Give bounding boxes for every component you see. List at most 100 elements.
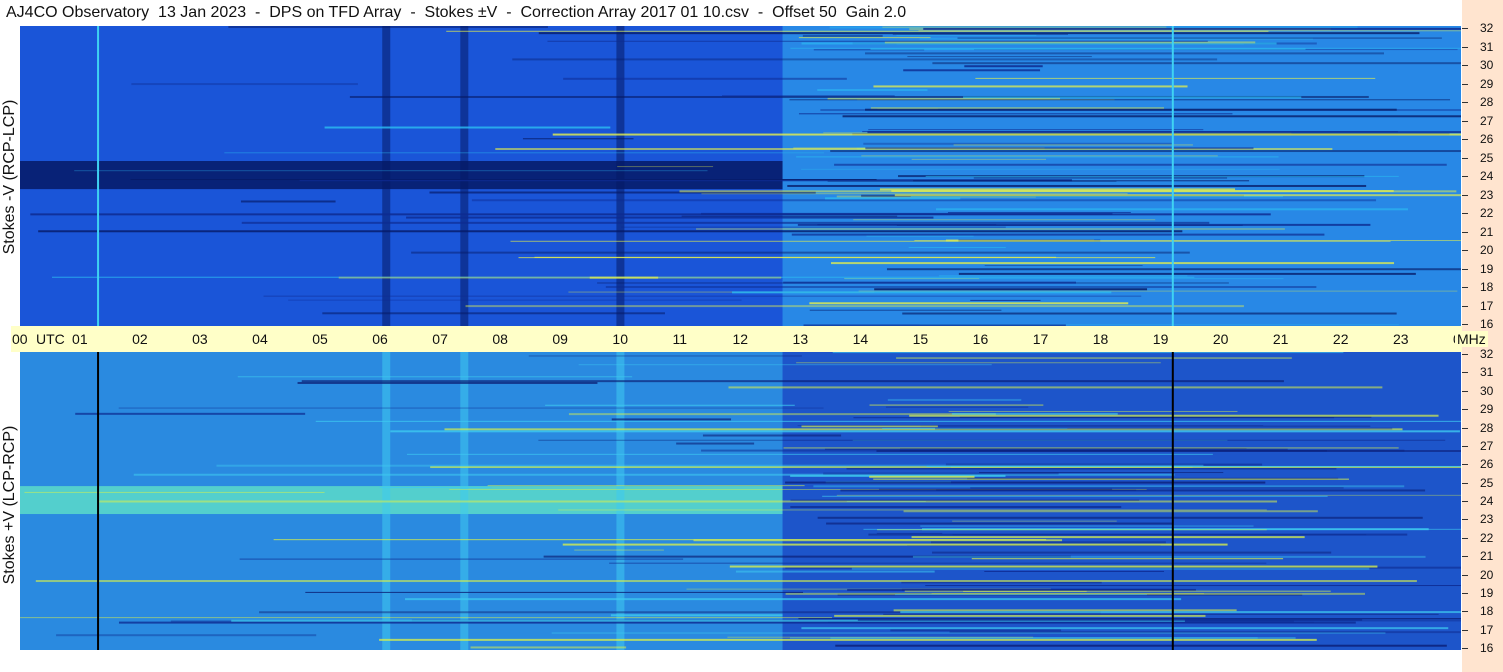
bottom-rfi-line <box>885 406 1029 408</box>
frequency-tick-mark <box>1462 501 1468 502</box>
utc-tick-label: 16 <box>972 331 989 347</box>
top-rfi-line <box>907 56 1092 58</box>
top-rfi-line <box>538 32 1420 35</box>
frequency-tick-label: 31 <box>1480 365 1494 380</box>
top-rfi-line <box>790 47 1461 49</box>
top-marker-line-0 <box>97 26 100 326</box>
top-rfi-line <box>830 150 1461 153</box>
bottom-rfi-line <box>876 450 1461 453</box>
frequency-tick-label: 16 <box>1480 641 1494 655</box>
utc-tick-label: 10 <box>612 331 628 347</box>
frequency-tick-mark <box>1462 28 1468 29</box>
bottom-rfi-line <box>702 434 842 437</box>
utc-tick-label: 20 <box>1212 331 1229 347</box>
top-rfi-line <box>865 52 1385 55</box>
bottom-rfi-line <box>863 528 1461 530</box>
frequency-tick-label: 17 <box>1480 298 1494 313</box>
bottom-rfi-line <box>470 646 627 649</box>
frequency-tick-mark <box>1462 354 1468 355</box>
utc-tick-label: 03 <box>192 331 208 347</box>
top-rfi-line <box>834 163 1447 166</box>
frequency-tick-label: 26 <box>1480 132 1494 146</box>
frequency-tick-mark <box>1462 629 1468 631</box>
top-marker-line-1 <box>1171 26 1174 326</box>
top-rfi-line <box>908 247 1006 249</box>
bottom-rfi-line <box>315 420 1461 422</box>
top-rfi-line <box>964 65 1043 68</box>
frequency-tick-label: 23 <box>1480 512 1494 527</box>
chart-title: AJ4CO Observatory 13 Jan 2023 - DPS on T… <box>6 4 907 21</box>
frequency-tick-mark <box>1462 482 1468 484</box>
bottom-rfi-line <box>970 487 1344 489</box>
bottom-rfi-line <box>979 472 1224 474</box>
bottom-rfi-line <box>869 404 1044 406</box>
frequency-tick-mark <box>1462 250 1468 251</box>
top-rfi-line <box>801 168 1280 170</box>
top-rfi-line <box>30 213 1271 216</box>
bottom-rfi-line <box>895 594 1147 596</box>
utc-tick-label: 14 <box>852 331 869 347</box>
frequency-tick-mark <box>1462 574 1468 576</box>
bottom-rfi-line <box>379 487 492 489</box>
utc-tick-label: 07 <box>432 331 448 347</box>
bottom-rfi-line <box>56 634 317 637</box>
bottom-rfi-line <box>851 567 1370 570</box>
frequency-tick-mark <box>1462 102 1468 103</box>
utc-tick-label: 17 <box>1032 331 1049 347</box>
bottom-rfi-line <box>903 510 1318 513</box>
bottom-rfi-line <box>909 414 1439 417</box>
bottom-rfi-line <box>216 464 1204 467</box>
top-rfi-line <box>913 180 1250 182</box>
bottom-rfi-line <box>887 398 1022 401</box>
bottom-rfi-line <box>798 618 1461 620</box>
top-rfi-line <box>873 85 1188 88</box>
utc-tick-label: 08 <box>492 331 508 347</box>
bottom-rfi-line <box>20 617 833 619</box>
top-rfi-line <box>844 278 1284 280</box>
bottom-rfi-line <box>790 506 1122 509</box>
frequency-tick-label: 27 <box>1480 113 1494 128</box>
top-rfi-line <box>263 295 1142 297</box>
top-rfi-line <box>74 170 708 172</box>
bottom-rfi-line <box>876 532 943 534</box>
top-rfi-line <box>932 62 1461 65</box>
bottom-rfi-line <box>237 376 633 378</box>
top-rfi-line <box>817 89 928 92</box>
bottom-rfi-line <box>971 558 1284 560</box>
bottom-rfi-line <box>834 614 1206 617</box>
frequency-tick-mark <box>1462 268 1468 270</box>
frequency-tick-mark <box>1462 287 1468 288</box>
bottom-rfi-line <box>239 558 684 560</box>
frequency-tick-mark <box>1462 519 1468 521</box>
bottom-rfi-line <box>379 638 1317 641</box>
utc-tick-label: 15 <box>912 331 929 347</box>
top-rfi-line <box>957 37 1442 39</box>
bottom-rfi-line <box>847 588 1196 591</box>
frequency-tick-label: 20 <box>1480 567 1494 582</box>
utc-tick-label: 18 <box>1092 331 1109 347</box>
frequency-tick-label: 22 <box>1480 206 1494 220</box>
bottom-rfi-line <box>35 580 1417 583</box>
bottom-rfi-line <box>118 407 824 409</box>
frequency-tick-label: 16 <box>1480 317 1494 331</box>
top-rfi-line <box>947 212 1131 214</box>
utc-tick-label: 21 <box>1272 331 1289 347</box>
top-rfi-line <box>910 196 1284 198</box>
utc-tick-label: 00 <box>12 331 28 347</box>
frequency-tick-mark <box>1462 120 1468 122</box>
top-rfi-line <box>621 226 1006 228</box>
top-rfi-line <box>783 281 1076 284</box>
frequency-tick-label: 19 <box>1480 585 1494 600</box>
top-rfi-line <box>471 199 1377 202</box>
top-rfi-line <box>953 144 1193 146</box>
top-rfi-line <box>853 219 1156 221</box>
bottom-rfi-line <box>790 499 1140 501</box>
top-rfi-line <box>868 129 1204 131</box>
top-rfi-line <box>923 27 1461 30</box>
frequency-tick-mark <box>1462 176 1468 177</box>
bottom-rfi-line <box>551 632 1386 634</box>
bottom-rfi-line <box>789 637 1258 639</box>
bottom-rfi-line <box>869 475 975 478</box>
bottom-rfi-line <box>904 590 1331 592</box>
bottom-rfi-line <box>735 570 935 573</box>
